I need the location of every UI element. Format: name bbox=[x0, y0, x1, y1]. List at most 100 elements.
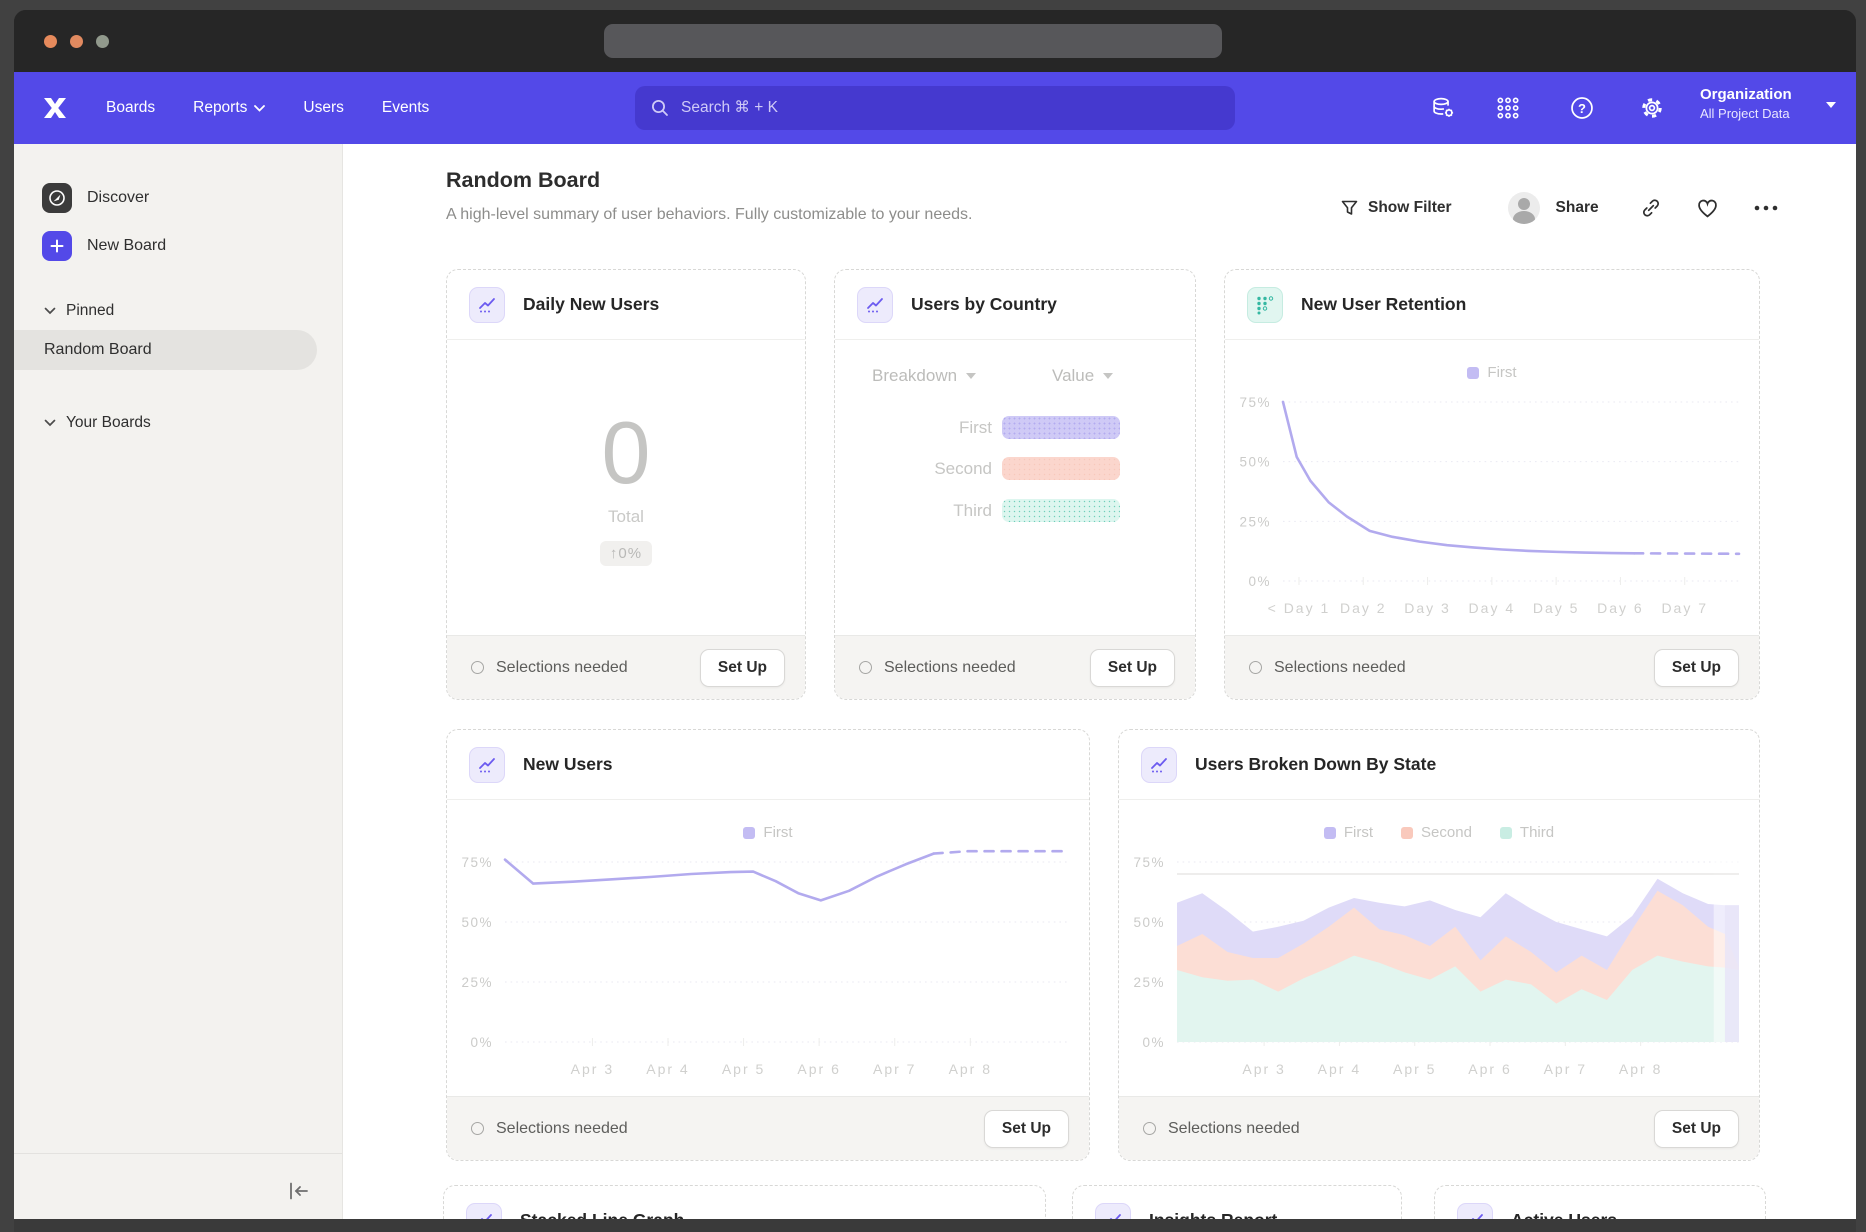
card-header[interactable]: New User Retention bbox=[1225, 270, 1759, 340]
svg-text:25%: 25% bbox=[461, 975, 493, 990]
sidebar-item-label: Random Board bbox=[44, 341, 152, 359]
svg-text:Apr 7: Apr 7 bbox=[1544, 1061, 1587, 1077]
status-text: Selections needed bbox=[884, 659, 1016, 677]
status-text: Selections needed bbox=[496, 659, 628, 677]
svg-text:50%: 50% bbox=[461, 915, 493, 930]
svg-text:Day 4: Day 4 bbox=[1469, 600, 1516, 616]
card-header[interactable]: Stacked Line Graph bbox=[444, 1186, 1045, 1219]
close-window-icon[interactable] bbox=[44, 35, 57, 48]
card-insights-report: Insights Report bbox=[1072, 1185, 1402, 1219]
app-window: Boards Reports Users Events bbox=[14, 10, 1856, 1232]
sidebar-item-label: Discover bbox=[87, 189, 149, 207]
show-filter-button[interactable]: Show Filter bbox=[1341, 199, 1452, 217]
sidebar-item-discover[interactable]: Discover bbox=[42, 180, 149, 216]
board-main: Random Board A high-level summary of use… bbox=[343, 144, 1856, 1219]
card-header[interactable]: Insights Report bbox=[1073, 1186, 1401, 1219]
set-up-button[interactable]: Set Up bbox=[1654, 1110, 1739, 1148]
minimize-window-icon[interactable] bbox=[70, 35, 83, 48]
page-title: Random Board bbox=[446, 168, 600, 193]
sidebar-section-pinned[interactable]: Pinned bbox=[44, 298, 114, 324]
caret-down-icon[interactable] bbox=[1826, 102, 1836, 108]
global-search[interactable] bbox=[635, 86, 1235, 130]
bar-row: Second bbox=[835, 457, 1195, 481]
caret-down-icon bbox=[1103, 373, 1113, 379]
screen: Boards Reports Users Events bbox=[0, 0, 1866, 1232]
sidebar-item-random-board[interactable]: Random Board bbox=[14, 330, 317, 370]
svg-text:Apr 8: Apr 8 bbox=[1619, 1061, 1662, 1077]
board-actions: Show Filter Share bbox=[1341, 188, 1778, 228]
svg-text:Day 3: Day 3 bbox=[1404, 600, 1451, 616]
chevron-down-icon bbox=[44, 419, 56, 427]
caret-down-icon bbox=[966, 373, 976, 379]
mixpanel-logo-icon[interactable] bbox=[42, 95, 68, 121]
metric-delta-badge: ↑0% bbox=[600, 541, 652, 566]
zoom-window-icon[interactable] bbox=[96, 35, 109, 48]
card-title: Stacked Line Graph bbox=[520, 1210, 684, 1219]
set-up-button[interactable]: Set Up bbox=[1090, 649, 1175, 687]
content-area: Discover New Board Pinned Random Board bbox=[14, 144, 1856, 1219]
card-footer: Selections needed Set Up bbox=[1225, 635, 1759, 699]
line-chart-icon bbox=[469, 287, 505, 323]
line-chart-icon bbox=[857, 287, 893, 323]
nav-item-events[interactable]: Events bbox=[382, 99, 429, 117]
card-title: New Users bbox=[523, 754, 613, 775]
help-icon[interactable]: ? bbox=[1568, 94, 1596, 122]
sidebar-section-label: Pinned bbox=[66, 302, 114, 320]
radio-icon bbox=[1143, 1122, 1156, 1135]
settings-gear-icon[interactable] bbox=[1638, 94, 1666, 122]
favorite-heart-icon[interactable] bbox=[1697, 199, 1718, 218]
org-switcher[interactable]: Organization All Project Data bbox=[1700, 85, 1792, 123]
card-header[interactable]: Daily New Users bbox=[447, 270, 805, 340]
sidebar-item-new-board[interactable]: New Board bbox=[42, 228, 166, 264]
org-name: Organization bbox=[1700, 85, 1792, 105]
sidebar-item-label: New Board bbox=[87, 237, 166, 255]
svg-text:25%: 25% bbox=[1133, 975, 1165, 990]
card-header[interactable]: Active Users bbox=[1435, 1186, 1765, 1219]
share-button[interactable]: Share bbox=[1556, 199, 1599, 217]
bar-first bbox=[1002, 416, 1120, 439]
address-bar[interactable] bbox=[604, 24, 1222, 58]
filter-funnel-icon bbox=[1341, 200, 1358, 216]
svg-text:Apr 4: Apr 4 bbox=[646, 1061, 689, 1077]
card-header[interactable]: New Users bbox=[447, 730, 1089, 800]
avatar[interactable] bbox=[1508, 192, 1540, 224]
svg-text:25%: 25% bbox=[1239, 514, 1271, 529]
breakdown-dropdown[interactable]: Breakdown bbox=[872, 366, 976, 386]
bar-row: First bbox=[835, 416, 1195, 440]
card-title: Users by Country bbox=[911, 294, 1057, 315]
line-chart: First0%25%50%75%Apr 3Apr 4Apr 5Apr 6Apr … bbox=[447, 800, 1089, 1096]
radio-icon bbox=[859, 661, 872, 674]
plus-icon bbox=[42, 231, 72, 261]
svg-text:75%: 75% bbox=[1133, 855, 1165, 870]
copy-link-icon[interactable] bbox=[1641, 198, 1661, 218]
more-options-icon[interactable] bbox=[1754, 205, 1778, 211]
search-input[interactable] bbox=[679, 98, 1199, 118]
line-chart-icon bbox=[1141, 747, 1177, 783]
bar-third bbox=[1002, 499, 1120, 522]
radio-icon bbox=[471, 661, 484, 674]
apps-grid-icon[interactable] bbox=[1494, 94, 1522, 122]
sidebar-section-your-boards[interactable]: Your Boards bbox=[44, 410, 151, 436]
svg-text:Day 2: Day 2 bbox=[1340, 600, 1387, 616]
data-management-icon[interactable] bbox=[1429, 94, 1457, 122]
svg-text:Apr 4: Apr 4 bbox=[1318, 1061, 1361, 1077]
line-chart-icon bbox=[466, 1203, 502, 1220]
nav-item-reports[interactable]: Reports bbox=[193, 99, 265, 117]
chevron-down-icon bbox=[254, 105, 265, 112]
card-header[interactable]: Users Broken Down By State bbox=[1119, 730, 1759, 800]
set-up-button[interactable]: Set Up bbox=[700, 649, 785, 687]
bar-label: First bbox=[959, 416, 992, 440]
set-up-button[interactable]: Set Up bbox=[984, 1110, 1069, 1148]
card-users-by-state: Users Broken Down By State FirstSecondTh… bbox=[1118, 729, 1760, 1161]
value-dropdown[interactable]: Value bbox=[1052, 366, 1113, 386]
collapse-sidebar-icon[interactable] bbox=[282, 1174, 316, 1208]
retention-grid-icon bbox=[1247, 287, 1283, 323]
search-icon bbox=[651, 99, 669, 117]
nav-item-users[interactable]: Users bbox=[303, 99, 343, 117]
window-titlebar bbox=[14, 10, 1856, 72]
svg-text:< Day 1: < Day 1 bbox=[1268, 600, 1331, 616]
set-up-button[interactable]: Set Up bbox=[1654, 649, 1739, 687]
nav-item-boards[interactable]: Boards bbox=[106, 99, 155, 117]
card-footer: Selections needed Set Up bbox=[447, 1096, 1089, 1160]
card-header[interactable]: Users by Country bbox=[835, 270, 1195, 340]
